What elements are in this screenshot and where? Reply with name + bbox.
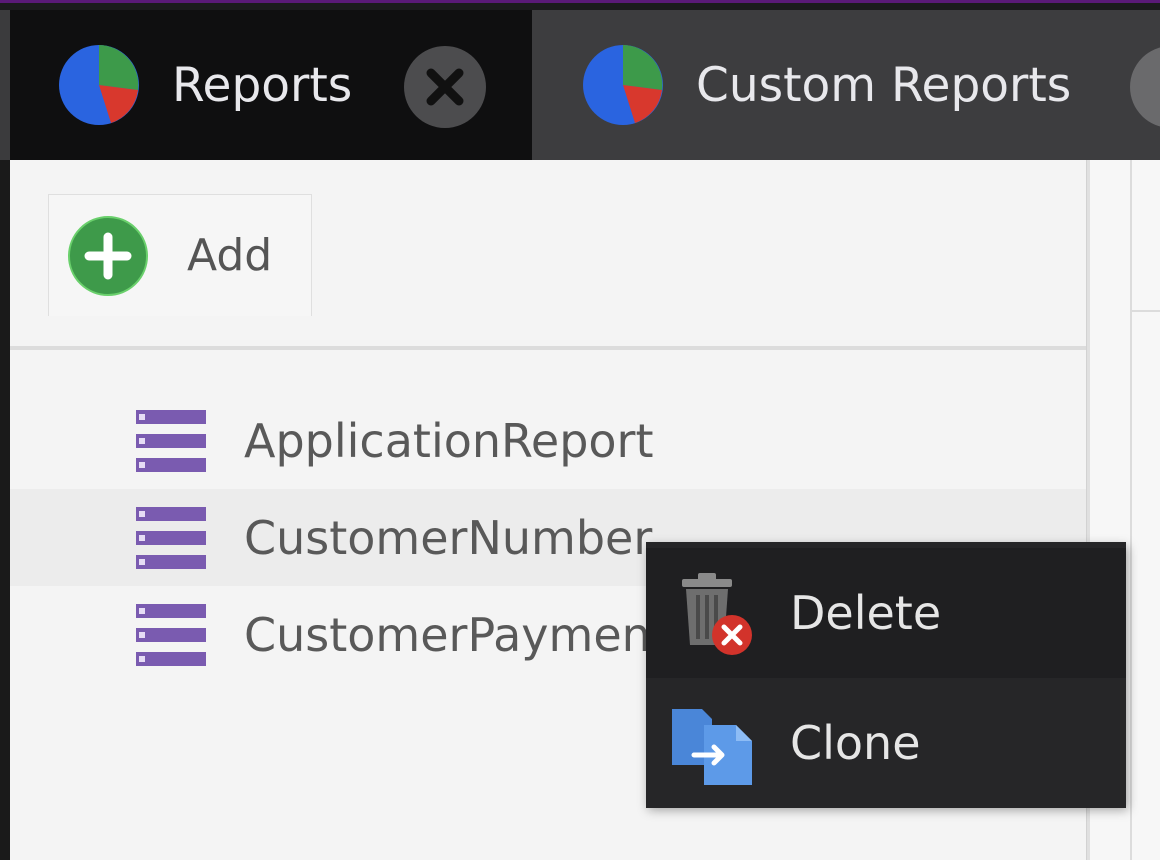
add-button[interactable]: Add: [48, 194, 312, 316]
clone-icon: [672, 709, 752, 785]
menu-item-clone[interactable]: Clone: [646, 678, 1126, 808]
window-top-border: [0, 0, 1160, 10]
pie-chart-icon: [59, 45, 139, 125]
tab-custom-reports[interactable]: Custom Reports: [532, 10, 1160, 160]
close-tab-button[interactable]: [1130, 46, 1160, 128]
tab-label: Custom Reports: [696, 57, 1072, 113]
pie-chart-icon: [583, 45, 663, 125]
report-name: ApplicationReport: [244, 413, 654, 468]
tab-label: Reports: [172, 57, 353, 113]
report-name: CustomerPayments: [244, 607, 693, 662]
toolbar-divider: [10, 346, 1086, 350]
add-circle-icon: [68, 215, 148, 296]
report-list-icon: [136, 409, 206, 472]
menu-item-label: Clone: [790, 716, 921, 770]
context-menu: Delete Clone: [646, 542, 1126, 808]
tab-bar: Reports Custom Reports: [0, 10, 1160, 160]
close-tab-button[interactable]: [404, 46, 486, 128]
list-item[interactable]: ApplicationReport: [10, 392, 1086, 489]
left-edge: [0, 160, 10, 860]
report-list-icon: [136, 506, 206, 569]
close-icon: [426, 68, 464, 106]
report-list-icon: [136, 603, 206, 666]
menu-item-delete[interactable]: Delete: [646, 548, 1126, 678]
trash-delete-icon: [682, 573, 752, 655]
tab-reports[interactable]: Reports: [10, 10, 532, 160]
menu-item-label: Delete: [790, 586, 942, 640]
report-name: CustomerNumber: [244, 510, 653, 565]
add-label: Add: [187, 230, 273, 281]
